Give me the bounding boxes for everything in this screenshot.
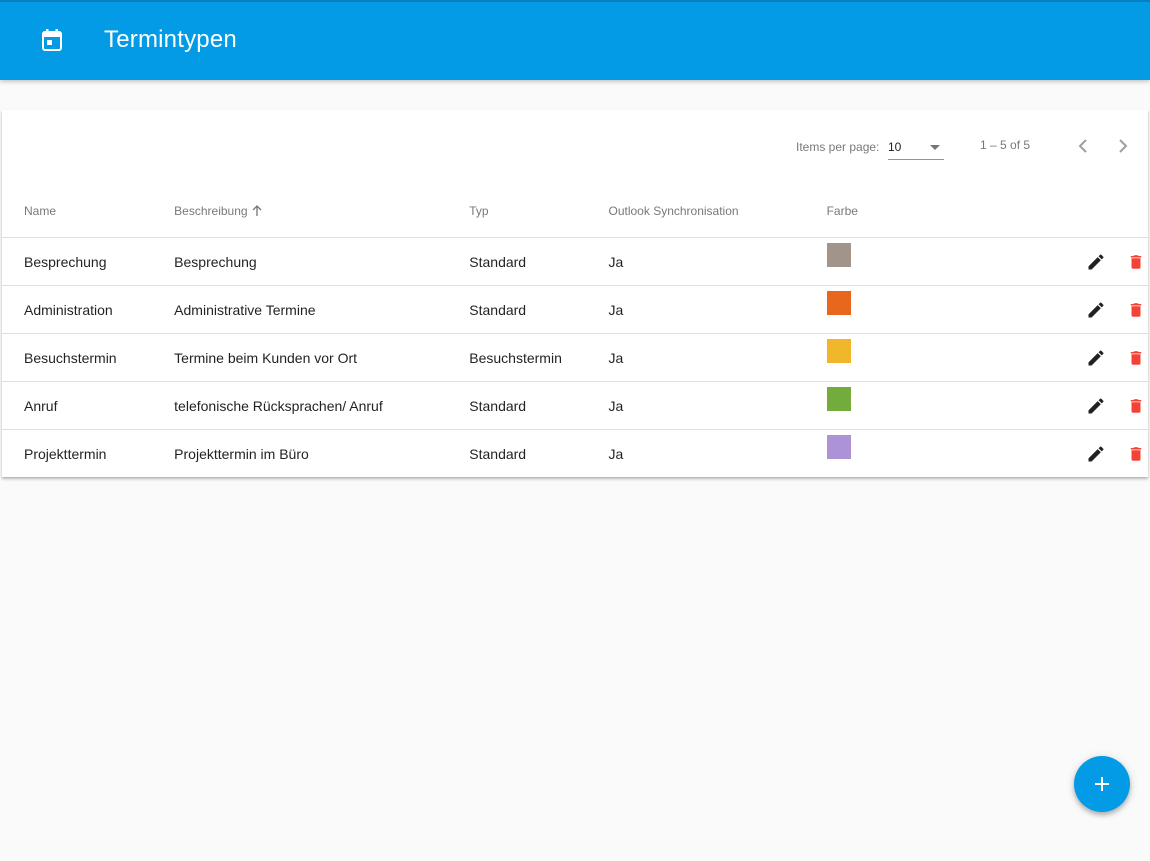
chevron-left-icon xyxy=(1078,139,1087,153)
cell-color xyxy=(826,430,941,478)
cell-sync: Ja xyxy=(608,285,827,334)
cell-description: Projekttermin im Büro xyxy=(174,445,309,462)
delete-button[interactable] xyxy=(1124,298,1148,322)
table-row[interactable]: Anruf telefonische Rücksprachen/ Anruf S… xyxy=(2,381,1148,430)
edit-button[interactable] xyxy=(1084,298,1108,322)
column-header-color[interactable]: Farbe xyxy=(826,185,941,238)
pencil-icon xyxy=(1088,301,1104,317)
calendar-icon[interactable] xyxy=(36,22,68,58)
cell-type: Standard xyxy=(469,285,609,334)
cell-sync: Ja xyxy=(608,445,624,462)
items-per-page-label: Items per page: xyxy=(796,140,880,154)
page-size-value: 10 xyxy=(888,140,902,154)
edit-button[interactable] xyxy=(1084,394,1108,418)
cell-description: Besprechung xyxy=(174,237,470,286)
cell-color xyxy=(826,333,941,382)
color-swatch xyxy=(826,291,851,315)
page-title: Termintypen xyxy=(104,26,237,53)
cell-type: Standard xyxy=(469,237,609,286)
cell-sync: Ja xyxy=(608,381,827,430)
table-header-row: Name Beschreibung Typ Outlook Synchronis… xyxy=(2,185,1148,238)
cell-name: Administration xyxy=(2,285,175,334)
table-row[interactable]: Besprechung Besprechung Standard Ja xyxy=(2,237,1148,286)
edit-button[interactable] xyxy=(1084,250,1108,274)
cell-type: Standard xyxy=(469,445,527,462)
delete-button[interactable] xyxy=(1124,250,1148,274)
color-swatch xyxy=(826,435,851,459)
trash-icon xyxy=(1130,254,1142,269)
cell-actions xyxy=(941,285,1148,334)
chevron-right-icon xyxy=(1119,139,1128,153)
app-toolbar: Termintypen xyxy=(0,0,1150,80)
trash-icon xyxy=(1130,350,1142,365)
table-row[interactable]: Projekttermin Projekttermin im Büro Stan… xyxy=(2,430,1148,478)
termintypen-table: Name Beschreibung Typ Outlook Synchronis… xyxy=(2,185,1148,477)
pencil-icon xyxy=(1088,397,1104,413)
plus-icon xyxy=(1095,777,1109,791)
cell-color xyxy=(826,237,941,286)
edit-button[interactable] xyxy=(1084,442,1108,466)
page-size-select[interactable]: 10 xyxy=(888,135,944,160)
cell-actions xyxy=(941,430,1148,478)
cell-name: Projekttermin xyxy=(24,445,107,462)
trash-icon xyxy=(1130,302,1142,317)
cell-name: Besuchstermin xyxy=(2,333,175,382)
cell-actions xyxy=(941,381,1148,430)
cell-color xyxy=(826,381,941,430)
delete-button[interactable] xyxy=(1124,442,1148,466)
cell-color xyxy=(826,285,941,334)
color-swatch xyxy=(826,339,851,363)
column-header-actions xyxy=(941,185,1148,238)
column-header-description[interactable]: Beschreibung xyxy=(174,185,470,238)
cell-sync: Ja xyxy=(608,333,827,382)
cell-name: Besprechung xyxy=(2,237,175,286)
cell-type: Besuchstermin xyxy=(469,333,609,382)
column-header-type[interactable]: Typ xyxy=(469,185,609,238)
delete-button[interactable] xyxy=(1124,394,1148,418)
cell-name: Anruf xyxy=(2,381,175,430)
edit-button[interactable] xyxy=(1084,346,1108,370)
trash-icon xyxy=(1130,446,1142,461)
column-header-sync[interactable]: Outlook Synchronisation xyxy=(608,185,827,238)
cell-description: Administrative Termine xyxy=(174,285,470,334)
paginator: Items per page: 10 1 – 5 of 5 xyxy=(2,110,1148,185)
trash-icon xyxy=(1130,398,1142,413)
delete-button[interactable] xyxy=(1124,346,1148,370)
termintypen-card: Items per page: 10 1 – 5 of 5 Name Besch… xyxy=(2,110,1148,477)
next-page-button[interactable] xyxy=(1111,134,1135,158)
cell-description: Termine beim Kunden vor Ort xyxy=(174,333,470,382)
cell-description: telefonische Rücksprachen/ Anruf xyxy=(174,381,470,430)
cell-actions xyxy=(941,333,1148,382)
sort-ascending-icon xyxy=(252,204,262,216)
pencil-icon xyxy=(1088,349,1104,365)
column-header-description-label: Beschreibung xyxy=(174,204,248,218)
table-row[interactable]: Administration Administrative Termine St… xyxy=(2,285,1148,334)
cell-actions xyxy=(941,237,1148,286)
cell-type: Standard xyxy=(469,381,609,430)
column-header-name[interactable]: Name xyxy=(2,185,175,238)
range-label: 1 – 5 of 5 xyxy=(980,138,1031,152)
pencil-icon xyxy=(1088,253,1104,269)
table-row[interactable]: Besuchstermin Termine beim Kunden vor Or… xyxy=(2,333,1148,382)
add-termintyp-button[interactable] xyxy=(1074,756,1130,812)
cell-sync: Ja xyxy=(608,237,827,286)
color-swatch xyxy=(826,387,851,411)
color-swatch xyxy=(826,243,851,267)
dropdown-arrow-icon xyxy=(930,145,940,150)
pencil-icon xyxy=(1088,445,1104,461)
previous-page-button[interactable] xyxy=(1071,134,1095,158)
